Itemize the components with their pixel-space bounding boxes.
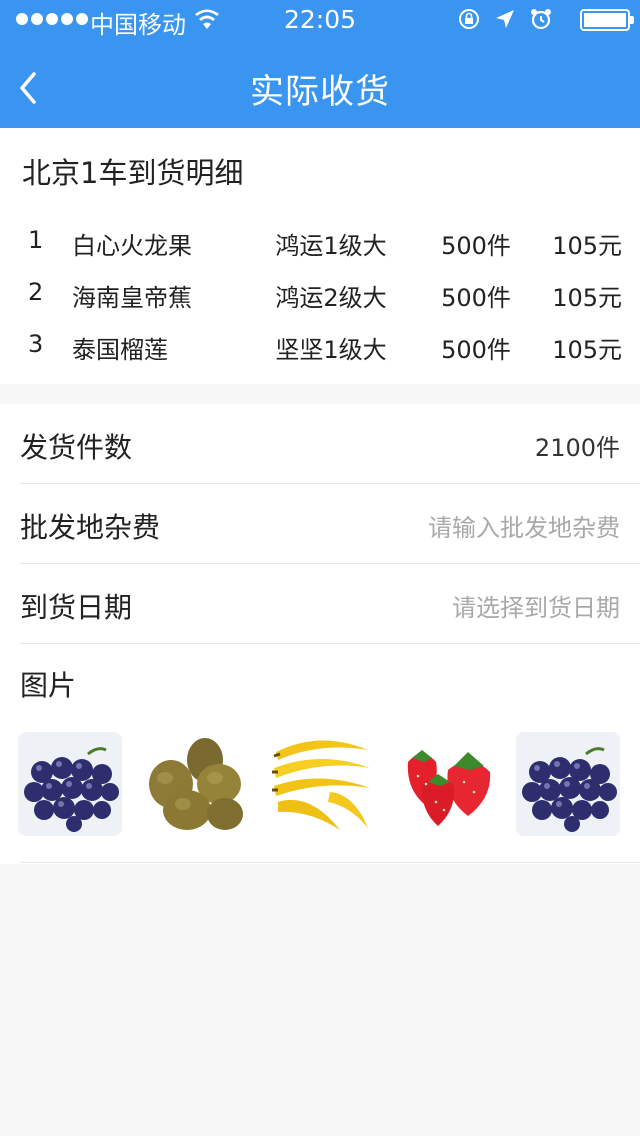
detail-row: 2 海南皇帝蕉 鸿运2级大 500件 105元 xyxy=(0,270,640,314)
product-price: 105元 xyxy=(552,284,622,312)
row-index: 1 xyxy=(28,226,44,254)
picture-thumbnail[interactable] xyxy=(270,732,374,836)
picture-gallery xyxy=(0,732,640,836)
product-name: 泰国榴莲 xyxy=(72,336,168,364)
detail-row: 1 白心火龙果 鸿运1级大 500件 105元 xyxy=(0,218,640,262)
kiwi-image xyxy=(145,732,249,836)
arrival-date-row[interactable]: 到货日期 请选择到货日期 xyxy=(20,564,640,644)
detail-row: 3 泰国榴莲 坚坚1级大 500件 105元 xyxy=(0,322,640,366)
product-quantity: 500件 xyxy=(441,232,511,260)
product-price: 105元 xyxy=(552,336,622,364)
alarm-icon xyxy=(531,9,551,30)
row-index: 3 xyxy=(28,330,44,358)
battery-icon xyxy=(580,9,634,31)
product-name: 白心火龙果 xyxy=(72,232,192,260)
product-name: 海南皇帝蕉 xyxy=(72,284,192,312)
rotation-lock-icon xyxy=(459,9,479,29)
receipt-form: 发货件数 2100件 批发地杂费 请输入批发地杂费 到货日期 请选择到货日期 图… xyxy=(0,404,640,864)
grapes-image xyxy=(18,732,122,836)
product-quantity: 500件 xyxy=(441,284,511,312)
wholesale-fee-row[interactable]: 批发地杂费 请输入批发地杂费 xyxy=(20,484,640,564)
shipped-count-value: 2100件 xyxy=(534,434,620,462)
pictures-label: 图片 xyxy=(20,669,77,702)
product-grade: 鸿运1级大 xyxy=(275,232,387,260)
product-price: 105元 xyxy=(552,232,622,260)
product-grade: 坚坚1级大 xyxy=(275,336,387,364)
picture-thumbnail[interactable] xyxy=(145,732,249,836)
arrival-detail-title: 北京1车到货明细 xyxy=(22,156,244,190)
picture-thumbnail[interactable] xyxy=(18,732,122,836)
top-bar: 中国移动 22:05 实际收货 xyxy=(0,0,640,128)
picture-thumbnail[interactable] xyxy=(394,732,498,836)
product-quantity: 500件 xyxy=(441,336,511,364)
section-divider xyxy=(20,862,640,863)
wholesale-fee-input[interactable]: 请输入批发地杂费 xyxy=(428,508,620,543)
shipped-count-label: 发货件数 xyxy=(20,431,133,464)
wholesale-fee-label: 批发地杂费 xyxy=(20,511,161,544)
arrival-date-label: 到货日期 xyxy=(20,591,133,624)
status-bar: 中国移动 22:05 xyxy=(0,0,640,40)
page-title: 实际收货 xyxy=(250,72,390,112)
picture-thumbnail[interactable] xyxy=(516,732,620,836)
arrival-date-picker[interactable]: 请选择到货日期 xyxy=(452,588,620,623)
bananas-image xyxy=(270,732,374,836)
strawberries-image xyxy=(394,732,498,836)
grapes-image xyxy=(516,732,620,836)
product-grade: 鸿运2级大 xyxy=(275,284,387,312)
location-icon xyxy=(496,10,514,28)
shipped-count-row: 发货件数 2100件 xyxy=(20,404,640,484)
row-index: 2 xyxy=(28,278,44,306)
arrival-detail-card: 北京1车到货明细 1 白心火龙果 鸿运1级大 500件 105元 2 海南皇帝蕉… xyxy=(0,128,640,384)
